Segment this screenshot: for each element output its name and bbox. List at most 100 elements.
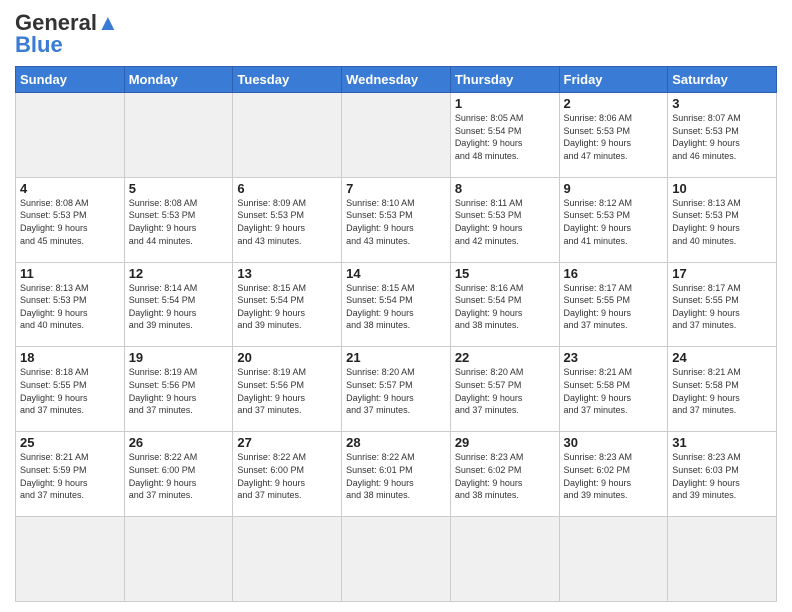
day-number: 15 <box>455 266 555 281</box>
calendar-cell: 7Sunrise: 8:10 AM Sunset: 5:53 PM Daylig… <box>342 177 451 262</box>
day-info: Sunrise: 8:06 AM Sunset: 5:53 PM Dayligh… <box>564 112 664 162</box>
day-info: Sunrise: 8:09 AM Sunset: 5:53 PM Dayligh… <box>237 197 337 247</box>
calendar-cell: 22Sunrise: 8:20 AM Sunset: 5:57 PM Dayli… <box>450 347 559 432</box>
day-number: 20 <box>237 350 337 365</box>
day-number: 9 <box>564 181 664 196</box>
day-number: 5 <box>129 181 229 196</box>
day-number: 7 <box>346 181 446 196</box>
weekday-wednesday: Wednesday <box>342 67 451 93</box>
calendar-row-2: 4Sunrise: 8:08 AM Sunset: 5:53 PM Daylig… <box>16 177 777 262</box>
calendar-cell: 11Sunrise: 8:13 AM Sunset: 5:53 PM Dayli… <box>16 262 125 347</box>
calendar-cell: 17Sunrise: 8:17 AM Sunset: 5:55 PM Dayli… <box>668 262 777 347</box>
day-number: 22 <box>455 350 555 365</box>
day-info: Sunrise: 8:20 AM Sunset: 5:57 PM Dayligh… <box>455 366 555 416</box>
day-number: 19 <box>129 350 229 365</box>
day-info: Sunrise: 8:22 AM Sunset: 6:01 PM Dayligh… <box>346 451 446 501</box>
day-number: 6 <box>237 181 337 196</box>
day-info: Sunrise: 8:21 AM Sunset: 5:58 PM Dayligh… <box>672 366 772 416</box>
calendar-cell: 29Sunrise: 8:23 AM Sunset: 6:02 PM Dayli… <box>450 432 559 517</box>
calendar-cell: 10Sunrise: 8:13 AM Sunset: 5:53 PM Dayli… <box>668 177 777 262</box>
calendar-cell: 23Sunrise: 8:21 AM Sunset: 5:58 PM Dayli… <box>559 347 668 432</box>
day-info: Sunrise: 8:22 AM Sunset: 6:00 PM Dayligh… <box>237 451 337 501</box>
day-info: Sunrise: 8:12 AM Sunset: 5:53 PM Dayligh… <box>564 197 664 247</box>
day-info: Sunrise: 8:15 AM Sunset: 5:54 PM Dayligh… <box>346 282 446 332</box>
calendar-cell: 31Sunrise: 8:23 AM Sunset: 6:03 PM Dayli… <box>668 432 777 517</box>
day-info: Sunrise: 8:13 AM Sunset: 5:53 PM Dayligh… <box>672 197 772 247</box>
day-number: 1 <box>455 96 555 111</box>
calendar-cell: 2Sunrise: 8:06 AM Sunset: 5:53 PM Daylig… <box>559 93 668 178</box>
day-number: 28 <box>346 435 446 450</box>
page: General▲ Blue SundayMondayTuesdayWednesd… <box>0 0 792 612</box>
day-info: Sunrise: 8:19 AM Sunset: 5:56 PM Dayligh… <box>129 366 229 416</box>
day-info: Sunrise: 8:18 AM Sunset: 5:55 PM Dayligh… <box>20 366 120 416</box>
calendar-cell <box>233 93 342 178</box>
calendar-cell: 1Sunrise: 8:05 AM Sunset: 5:54 PM Daylig… <box>450 93 559 178</box>
calendar-cell: 26Sunrise: 8:22 AM Sunset: 6:00 PM Dayli… <box>124 432 233 517</box>
calendar-cell: 3Sunrise: 8:07 AM Sunset: 5:53 PM Daylig… <box>668 93 777 178</box>
day-number: 11 <box>20 266 120 281</box>
day-number: 27 <box>237 435 337 450</box>
weekday-thursday: Thursday <box>450 67 559 93</box>
day-number: 31 <box>672 435 772 450</box>
weekday-sunday: Sunday <box>16 67 125 93</box>
day-info: Sunrise: 8:14 AM Sunset: 5:54 PM Dayligh… <box>129 282 229 332</box>
day-number: 17 <box>672 266 772 281</box>
day-info: Sunrise: 8:15 AM Sunset: 5:54 PM Dayligh… <box>237 282 337 332</box>
calendar-cell <box>233 517 342 602</box>
calendar-cell: 4Sunrise: 8:08 AM Sunset: 5:53 PM Daylig… <box>16 177 125 262</box>
day-number: 4 <box>20 181 120 196</box>
calendar-cell: 18Sunrise: 8:18 AM Sunset: 5:55 PM Dayli… <box>16 347 125 432</box>
day-number: 14 <box>346 266 446 281</box>
calendar-row-3: 11Sunrise: 8:13 AM Sunset: 5:53 PM Dayli… <box>16 262 777 347</box>
logo: General▲ Blue <box>15 10 119 58</box>
calendar-row-1: 1Sunrise: 8:05 AM Sunset: 5:54 PM Daylig… <box>16 93 777 178</box>
day-info: Sunrise: 8:07 AM Sunset: 5:53 PM Dayligh… <box>672 112 772 162</box>
calendar-cell: 5Sunrise: 8:08 AM Sunset: 5:53 PM Daylig… <box>124 177 233 262</box>
calendar-cell <box>124 517 233 602</box>
day-info: Sunrise: 8:23 AM Sunset: 6:03 PM Dayligh… <box>672 451 772 501</box>
calendar-cell: 28Sunrise: 8:22 AM Sunset: 6:01 PM Dayli… <box>342 432 451 517</box>
calendar-cell: 13Sunrise: 8:15 AM Sunset: 5:54 PM Dayli… <box>233 262 342 347</box>
calendar-cell: 21Sunrise: 8:20 AM Sunset: 5:57 PM Dayli… <box>342 347 451 432</box>
day-info: Sunrise: 8:17 AM Sunset: 5:55 PM Dayligh… <box>672 282 772 332</box>
day-info: Sunrise: 8:16 AM Sunset: 5:54 PM Dayligh… <box>455 282 555 332</box>
weekday-tuesday: Tuesday <box>233 67 342 93</box>
calendar-cell: 12Sunrise: 8:14 AM Sunset: 5:54 PM Dayli… <box>124 262 233 347</box>
day-number: 21 <box>346 350 446 365</box>
header: General▲ Blue <box>15 10 777 58</box>
weekday-monday: Monday <box>124 67 233 93</box>
day-info: Sunrise: 8:19 AM Sunset: 5:56 PM Dayligh… <box>237 366 337 416</box>
calendar-cell <box>124 93 233 178</box>
day-info: Sunrise: 8:11 AM Sunset: 5:53 PM Dayligh… <box>455 197 555 247</box>
weekday-saturday: Saturday <box>668 67 777 93</box>
day-number: 29 <box>455 435 555 450</box>
calendar-cell: 9Sunrise: 8:12 AM Sunset: 5:53 PM Daylig… <box>559 177 668 262</box>
calendar-row-4: 18Sunrise: 8:18 AM Sunset: 5:55 PM Dayli… <box>16 347 777 432</box>
calendar-cell: 24Sunrise: 8:21 AM Sunset: 5:58 PM Dayli… <box>668 347 777 432</box>
logo-blue: Blue <box>15 32 63 58</box>
day-info: Sunrise: 8:13 AM Sunset: 5:53 PM Dayligh… <box>20 282 120 332</box>
calendar-cell: 30Sunrise: 8:23 AM Sunset: 6:02 PM Dayli… <box>559 432 668 517</box>
day-number: 16 <box>564 266 664 281</box>
calendar-cell: 6Sunrise: 8:09 AM Sunset: 5:53 PM Daylig… <box>233 177 342 262</box>
calendar-cell: 25Sunrise: 8:21 AM Sunset: 5:59 PM Dayli… <box>16 432 125 517</box>
day-info: Sunrise: 8:21 AM Sunset: 5:58 PM Dayligh… <box>564 366 664 416</box>
day-number: 13 <box>237 266 337 281</box>
day-number: 26 <box>129 435 229 450</box>
calendar-cell <box>16 93 125 178</box>
calendar-cell <box>342 93 451 178</box>
weekday-header-row: SundayMondayTuesdayWednesdayThursdayFrid… <box>16 67 777 93</box>
day-info: Sunrise: 8:21 AM Sunset: 5:59 PM Dayligh… <box>20 451 120 501</box>
calendar-row-6 <box>16 517 777 602</box>
calendar-cell <box>559 517 668 602</box>
calendar-cell: 19Sunrise: 8:19 AM Sunset: 5:56 PM Dayli… <box>124 347 233 432</box>
day-number: 23 <box>564 350 664 365</box>
day-info: Sunrise: 8:08 AM Sunset: 5:53 PM Dayligh… <box>20 197 120 247</box>
calendar-cell <box>342 517 451 602</box>
day-info: Sunrise: 8:20 AM Sunset: 5:57 PM Dayligh… <box>346 366 446 416</box>
day-info: Sunrise: 8:23 AM Sunset: 6:02 PM Dayligh… <box>564 451 664 501</box>
day-number: 18 <box>20 350 120 365</box>
day-info: Sunrise: 8:22 AM Sunset: 6:00 PM Dayligh… <box>129 451 229 501</box>
calendar-cell: 8Sunrise: 8:11 AM Sunset: 5:53 PM Daylig… <box>450 177 559 262</box>
day-number: 24 <box>672 350 772 365</box>
